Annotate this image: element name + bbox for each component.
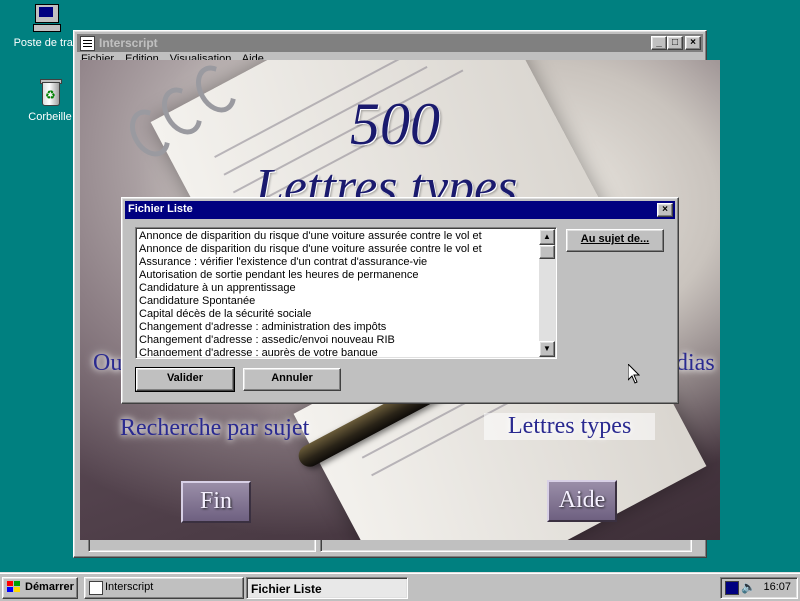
- splash-partial-label: dias: [676, 350, 715, 376]
- recycle-bin-icon: ♻: [34, 76, 66, 108]
- help-button[interactable]: Aide: [547, 480, 617, 522]
- desktop-icon-label: Poste de trav: [13, 37, 79, 49]
- dialog-title: Fichier Liste: [128, 203, 193, 215]
- dialog-close-button[interactable]: ×: [657, 203, 673, 217]
- about-button[interactable]: Au sujet de...: [566, 229, 664, 252]
- list-item[interactable]: Capital décès de la sécurité sociale: [139, 308, 540, 321]
- computer-icon: [30, 2, 62, 34]
- start-button[interactable]: Démarrer: [2, 577, 78, 599]
- scroll-up-icon[interactable]: ▲: [539, 229, 555, 245]
- cancel-button[interactable]: Annuler: [243, 368, 341, 391]
- dialog-titlebar[interactable]: Fichier Liste ×: [125, 201, 675, 219]
- list-item[interactable]: Autorisation de sortie pendant les heure…: [139, 269, 540, 282]
- letters-types-link[interactable]: Lettres types: [484, 413, 656, 440]
- list-item[interactable]: Annonce de disparition du risque d'une v…: [139, 243, 540, 256]
- app-titlebar[interactable]: Interscript _ □ ×: [77, 34, 703, 52]
- list-item[interactable]: Changement d'adresse : auprès de votre b…: [139, 347, 540, 356]
- splash-partial-label: Ou: [93, 350, 123, 376]
- list-item[interactable]: Candidature à un apprentissage: [139, 282, 540, 295]
- file-list-dialog: Fichier Liste × Annonce de disparition d…: [121, 197, 679, 404]
- taskbar: Démarrer Interscript Fichier Liste 🔈 16:…: [0, 572, 800, 601]
- exit-button[interactable]: Fin: [181, 481, 251, 523]
- taskbar-item-interscript[interactable]: Interscript: [84, 577, 244, 599]
- start-label: Démarrer: [25, 581, 74, 593]
- mouse-cursor-icon: [628, 364, 640, 384]
- vertical-scrollbar[interactable]: ▲ ▼: [539, 229, 555, 357]
- close-button[interactable]: ×: [685, 36, 701, 50]
- list-item[interactable]: Assurance : vérifier l'existence d'un co…: [139, 256, 540, 269]
- windows-logo-icon: [7, 581, 21, 594]
- list-item[interactable]: Candidature Spontanée: [139, 295, 540, 308]
- taskbar-item-fichier-liste[interactable]: Fichier Liste: [246, 577, 408, 599]
- maximize-button[interactable]: □: [667, 36, 683, 50]
- file-listbox[interactable]: Annonce de disparition du risque d'une v…: [135, 227, 557, 359]
- taskbar-item-label: Interscript: [105, 581, 154, 593]
- app-title: Interscript: [99, 36, 158, 50]
- display-settings-icon[interactable]: [725, 581, 739, 595]
- minimize-button[interactable]: _: [651, 36, 667, 50]
- system-tray: 🔈 16:07: [720, 577, 798, 599]
- desktop-icon-my-computer[interactable]: Poste de trav: [10, 2, 82, 49]
- file-list-items: Annonce de disparition du risque d'une v…: [139, 230, 540, 356]
- taskbar-item-label: Fichier Liste: [251, 582, 322, 596]
- search-by-subject-link[interactable]: Recherche par sujet: [120, 415, 309, 442]
- splash-title-number: 500: [350, 91, 440, 157]
- app-icon[interactable]: [80, 36, 95, 51]
- list-item[interactable]: Changement d'adresse : assedic/envoi nou…: [139, 334, 540, 347]
- list-item[interactable]: Changement d'adresse : administration de…: [139, 321, 540, 334]
- scroll-down-icon[interactable]: ▼: [539, 341, 555, 357]
- app-icon: [89, 581, 103, 595]
- clock[interactable]: 16:07: [763, 581, 791, 593]
- volume-icon[interactable]: 🔈: [741, 580, 756, 594]
- ok-button[interactable]: Valider: [135, 367, 235, 392]
- scroll-thumb[interactable]: [539, 245, 555, 259]
- list-item[interactable]: Annonce de disparition du risque d'une v…: [139, 230, 540, 243]
